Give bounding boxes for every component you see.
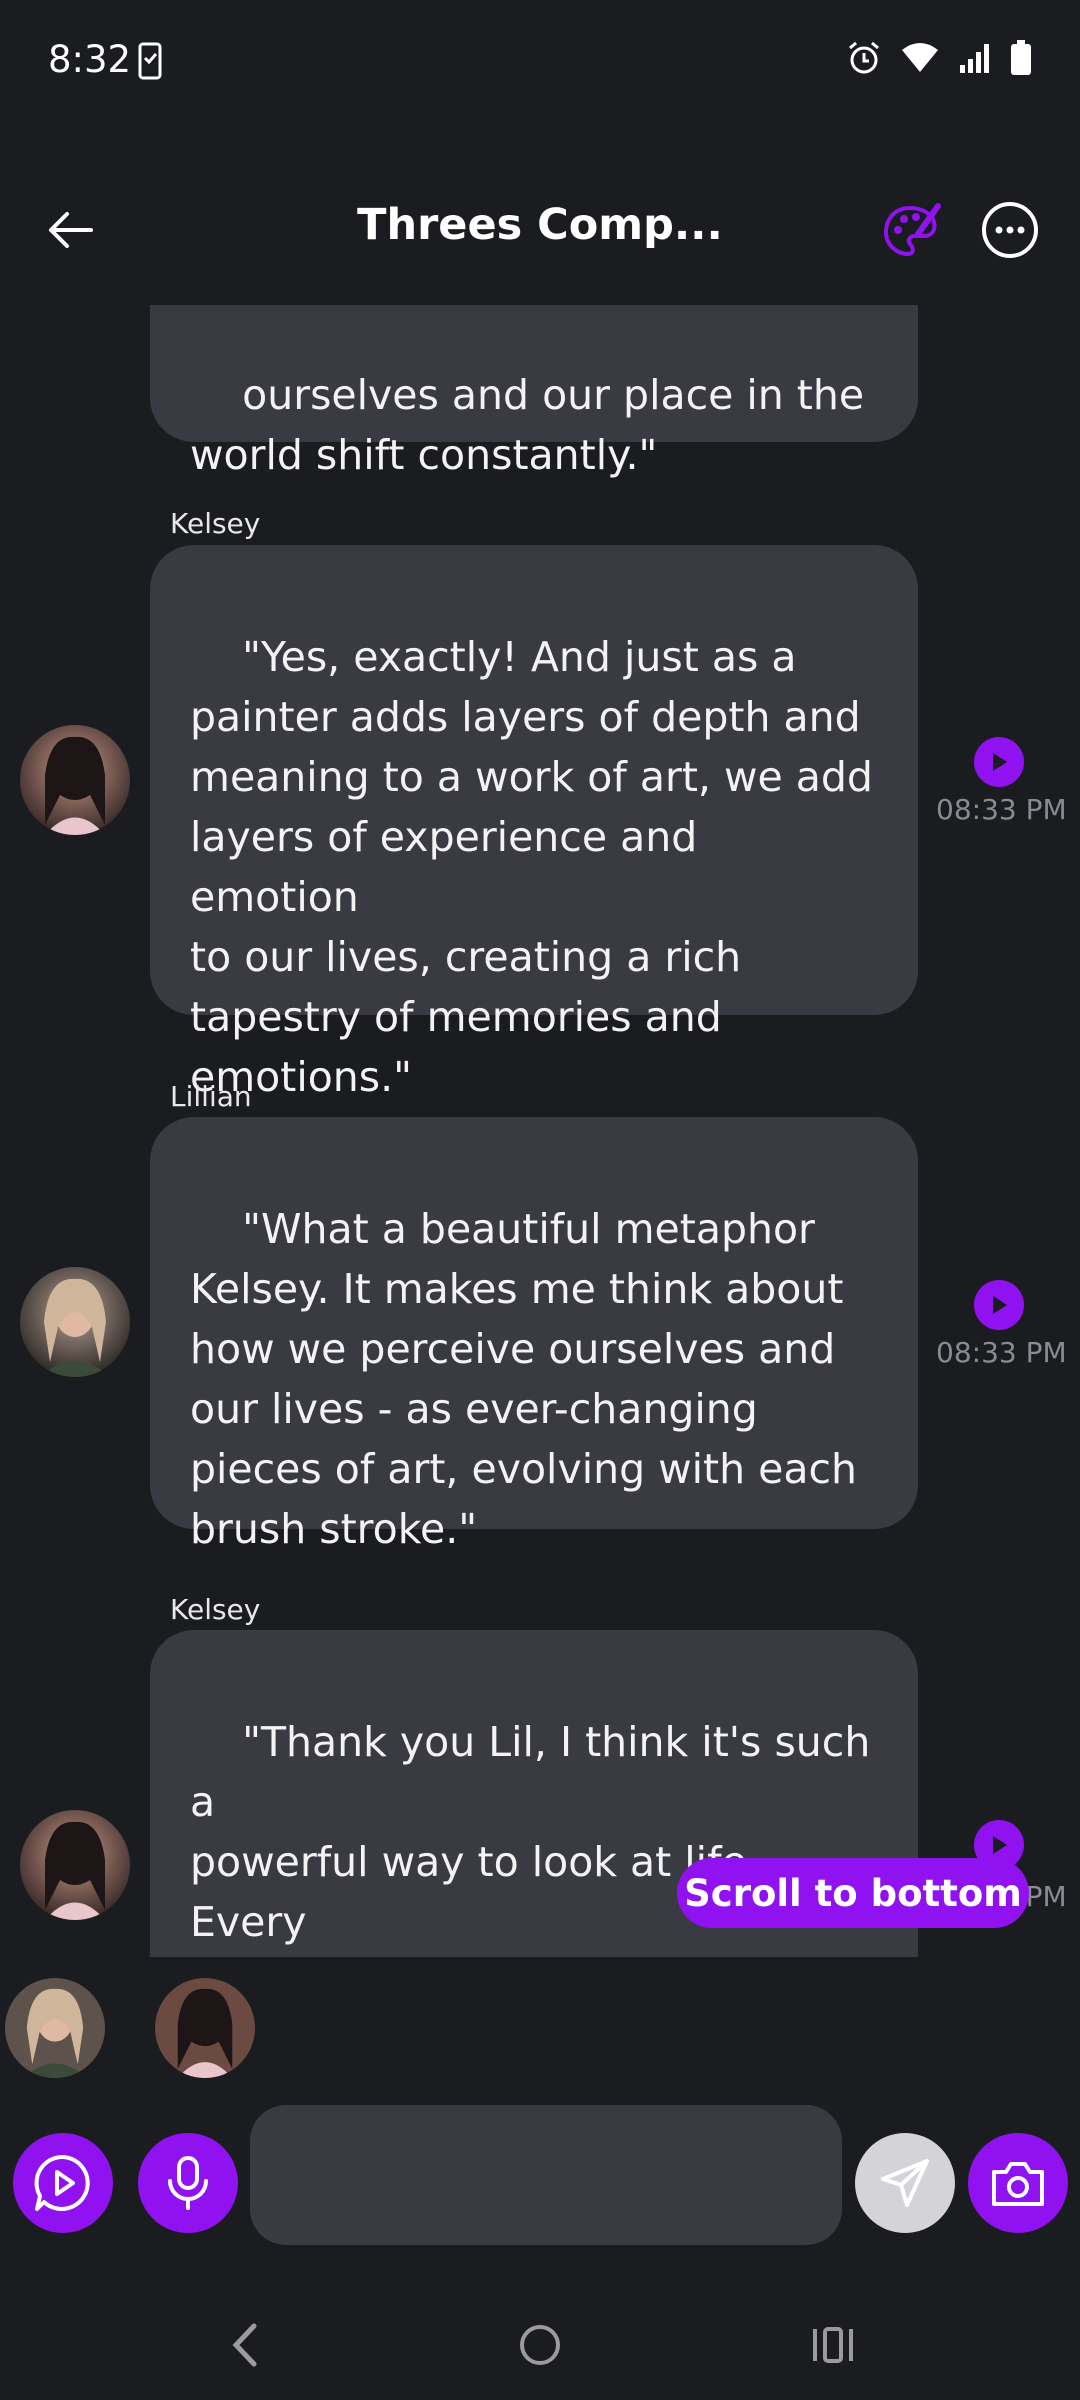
play-audio-button[interactable]	[974, 1280, 1024, 1330]
battery-icon	[1010, 40, 1032, 80]
status-bar: 8:32	[0, 0, 1080, 125]
alarm-icon	[846, 40, 882, 80]
system-nav-bar	[0, 2290, 1080, 2400]
sender-name: Kelsey	[170, 1593, 261, 1626]
palette-icon	[883, 203, 941, 257]
message-list[interactable]: ourselves and our place in the world shi…	[0, 305, 1080, 1957]
nav-recents-button[interactable]	[793, 2310, 873, 2380]
avatar-kelsey[interactable]	[20, 725, 130, 835]
send-icon	[881, 2159, 929, 2207]
voice-chat-button[interactable]	[13, 2133, 113, 2233]
play-bubble-icon	[34, 2154, 90, 2211]
play-audio-button[interactable]	[974, 737, 1024, 787]
scroll-to-bottom-button[interactable]: Scroll to bottom	[677, 1858, 1029, 1928]
nav-back-button[interactable]	[205, 2310, 285, 2380]
camera-button[interactable]	[968, 2133, 1068, 2233]
microphone-button[interactable]	[138, 2133, 238, 2233]
clipboard-icon	[138, 42, 162, 84]
app-header: Threes Comp...	[0, 180, 1080, 280]
recents-icon	[813, 2327, 853, 2363]
sender-name: Lillian	[170, 1080, 252, 1113]
message-text: ourselves and our place in the world shi…	[190, 371, 865, 479]
play-icon	[993, 1296, 1007, 1314]
participant-avatar-lillian[interactable]	[5, 1978, 105, 2078]
composer-bar	[0, 2105, 1080, 2250]
theme-button[interactable]	[880, 200, 942, 262]
chevron-left-icon	[232, 2323, 257, 2367]
participant-avatar-kelsey[interactable]	[155, 1978, 255, 2078]
avatar-kelsey[interactable]	[20, 1810, 130, 1920]
camera-icon	[992, 2162, 1044, 2206]
message-text: "What a beautiful metaphor Kelsey. It ma…	[190, 1205, 858, 1553]
message-bubble[interactable]: "What a beautiful metaphor Kelsey. It ma…	[150, 1117, 918, 1553]
wifi-icon	[900, 42, 940, 78]
status-time: 8:32	[48, 38, 132, 81]
message-bubble[interactable]: "Yes, exactly! And just as a painter add…	[150, 545, 918, 1101]
message-timestamp: 08:33 PM	[936, 793, 1067, 826]
home-circle-icon	[520, 2325, 560, 2365]
message-bubble[interactable]: ourselves and our place in the world shi…	[150, 305, 918, 479]
more-options-button[interactable]	[980, 200, 1040, 260]
play-icon	[993, 753, 1007, 771]
avatar-lillian[interactable]	[20, 1267, 130, 1377]
more-horizontal-icon	[982, 202, 1038, 258]
message-text: "Yes, exactly! And just as a painter add…	[190, 633, 873, 1101]
message-input[interactable]	[250, 2105, 842, 2245]
microphone-icon	[168, 2156, 208, 2210]
nav-home-button[interactable]	[500, 2310, 580, 2380]
sender-name: Kelsey	[170, 507, 261, 540]
signal-icon	[958, 41, 992, 79]
send-button[interactable]	[855, 2133, 955, 2233]
play-icon	[993, 1836, 1007, 1854]
message-timestamp: 08:33 PM	[936, 1336, 1067, 1369]
